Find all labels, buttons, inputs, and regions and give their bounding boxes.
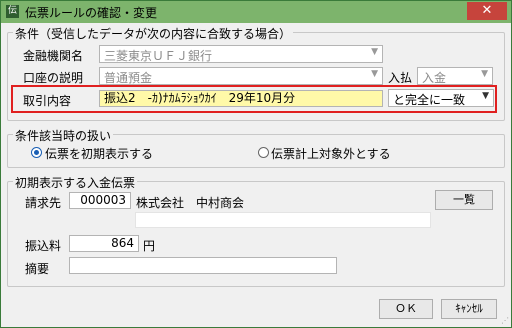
option-initial-display-label[interactable]: 伝票を初期表示する	[45, 145, 153, 162]
account-select[interactable]: 普通預金 ▼	[99, 67, 383, 85]
inout-value: 入金	[422, 71, 447, 85]
initial-slip-group-title: 初期表示する入金伝票	[13, 174, 138, 191]
inout-label: 入払	[388, 71, 413, 85]
match-value: と完全に一致	[393, 93, 466, 107]
cancel-button[interactable]: ｷｬﾝｾﾙ	[441, 299, 497, 319]
billing-name: 株式会社 中村商会	[136, 196, 245, 210]
memo-label: 摘要	[25, 262, 50, 276]
bank-value: 三菱東京ＵＦＪ銀行	[104, 49, 213, 63]
billing-name-extra	[135, 212, 431, 228]
option-exclude-label[interactable]: 伝票計上対象外とする	[271, 145, 391, 162]
bank-select[interactable]: 三菱東京ＵＦＪ銀行 ▼	[99, 45, 383, 63]
billing-label: 請求先	[25, 196, 62, 210]
billing-code-input[interactable]: 000003	[69, 192, 131, 209]
bank-label: 金融機関名	[23, 49, 84, 63]
app-icon: 伝	[6, 5, 19, 18]
dialog-window: 伝 伝票ルールの確認・変更 ✕ 条件（受信したデータが次の内容に合致する場合） …	[0, 0, 512, 328]
handling-group-title: 条件該当時の扱い	[13, 127, 114, 144]
content-label: 取引内容	[23, 94, 72, 108]
radio-exclude[interactable]	[258, 147, 269, 158]
list-button[interactable]: 一覧	[435, 190, 493, 210]
fee-unit: 円	[143, 239, 156, 253]
dropdown-icon: ▼	[482, 91, 489, 101]
ok-button[interactable]: ＯＫ	[379, 299, 433, 319]
match-select[interactable]: と完全に一致 ▼	[388, 89, 494, 107]
account-value: 普通預金	[104, 71, 153, 85]
close-button[interactable]: ✕	[467, 2, 507, 20]
radio-initial-display[interactable]	[31, 147, 42, 158]
dropdown-icon: ▼	[371, 47, 378, 57]
dropdown-icon: ▼	[481, 69, 488, 79]
resize-grip-icon[interactable]: ⋰	[501, 316, 509, 325]
fee-input[interactable]: 864	[69, 235, 139, 252]
fee-label: 振込料	[25, 239, 62, 253]
dropdown-icon: ▼	[371, 69, 378, 79]
inout-select[interactable]: 入金 ▼	[417, 67, 493, 85]
window-title: 伝票ルールの確認・変更	[25, 6, 158, 20]
title-bar[interactable]: 伝 伝票ルールの確認・変更 ✕	[1, 1, 511, 23]
account-label: 口座の説明	[23, 71, 84, 85]
conditions-group-title: 条件（受信したデータが次の内容に合致する場合）	[13, 25, 294, 42]
memo-input[interactable]	[69, 257, 337, 274]
content-input[interactable]: 振込2 -ｶ)ﾅｶﾑﾗｼｮｳｶｲ 29年10月分	[99, 90, 383, 107]
